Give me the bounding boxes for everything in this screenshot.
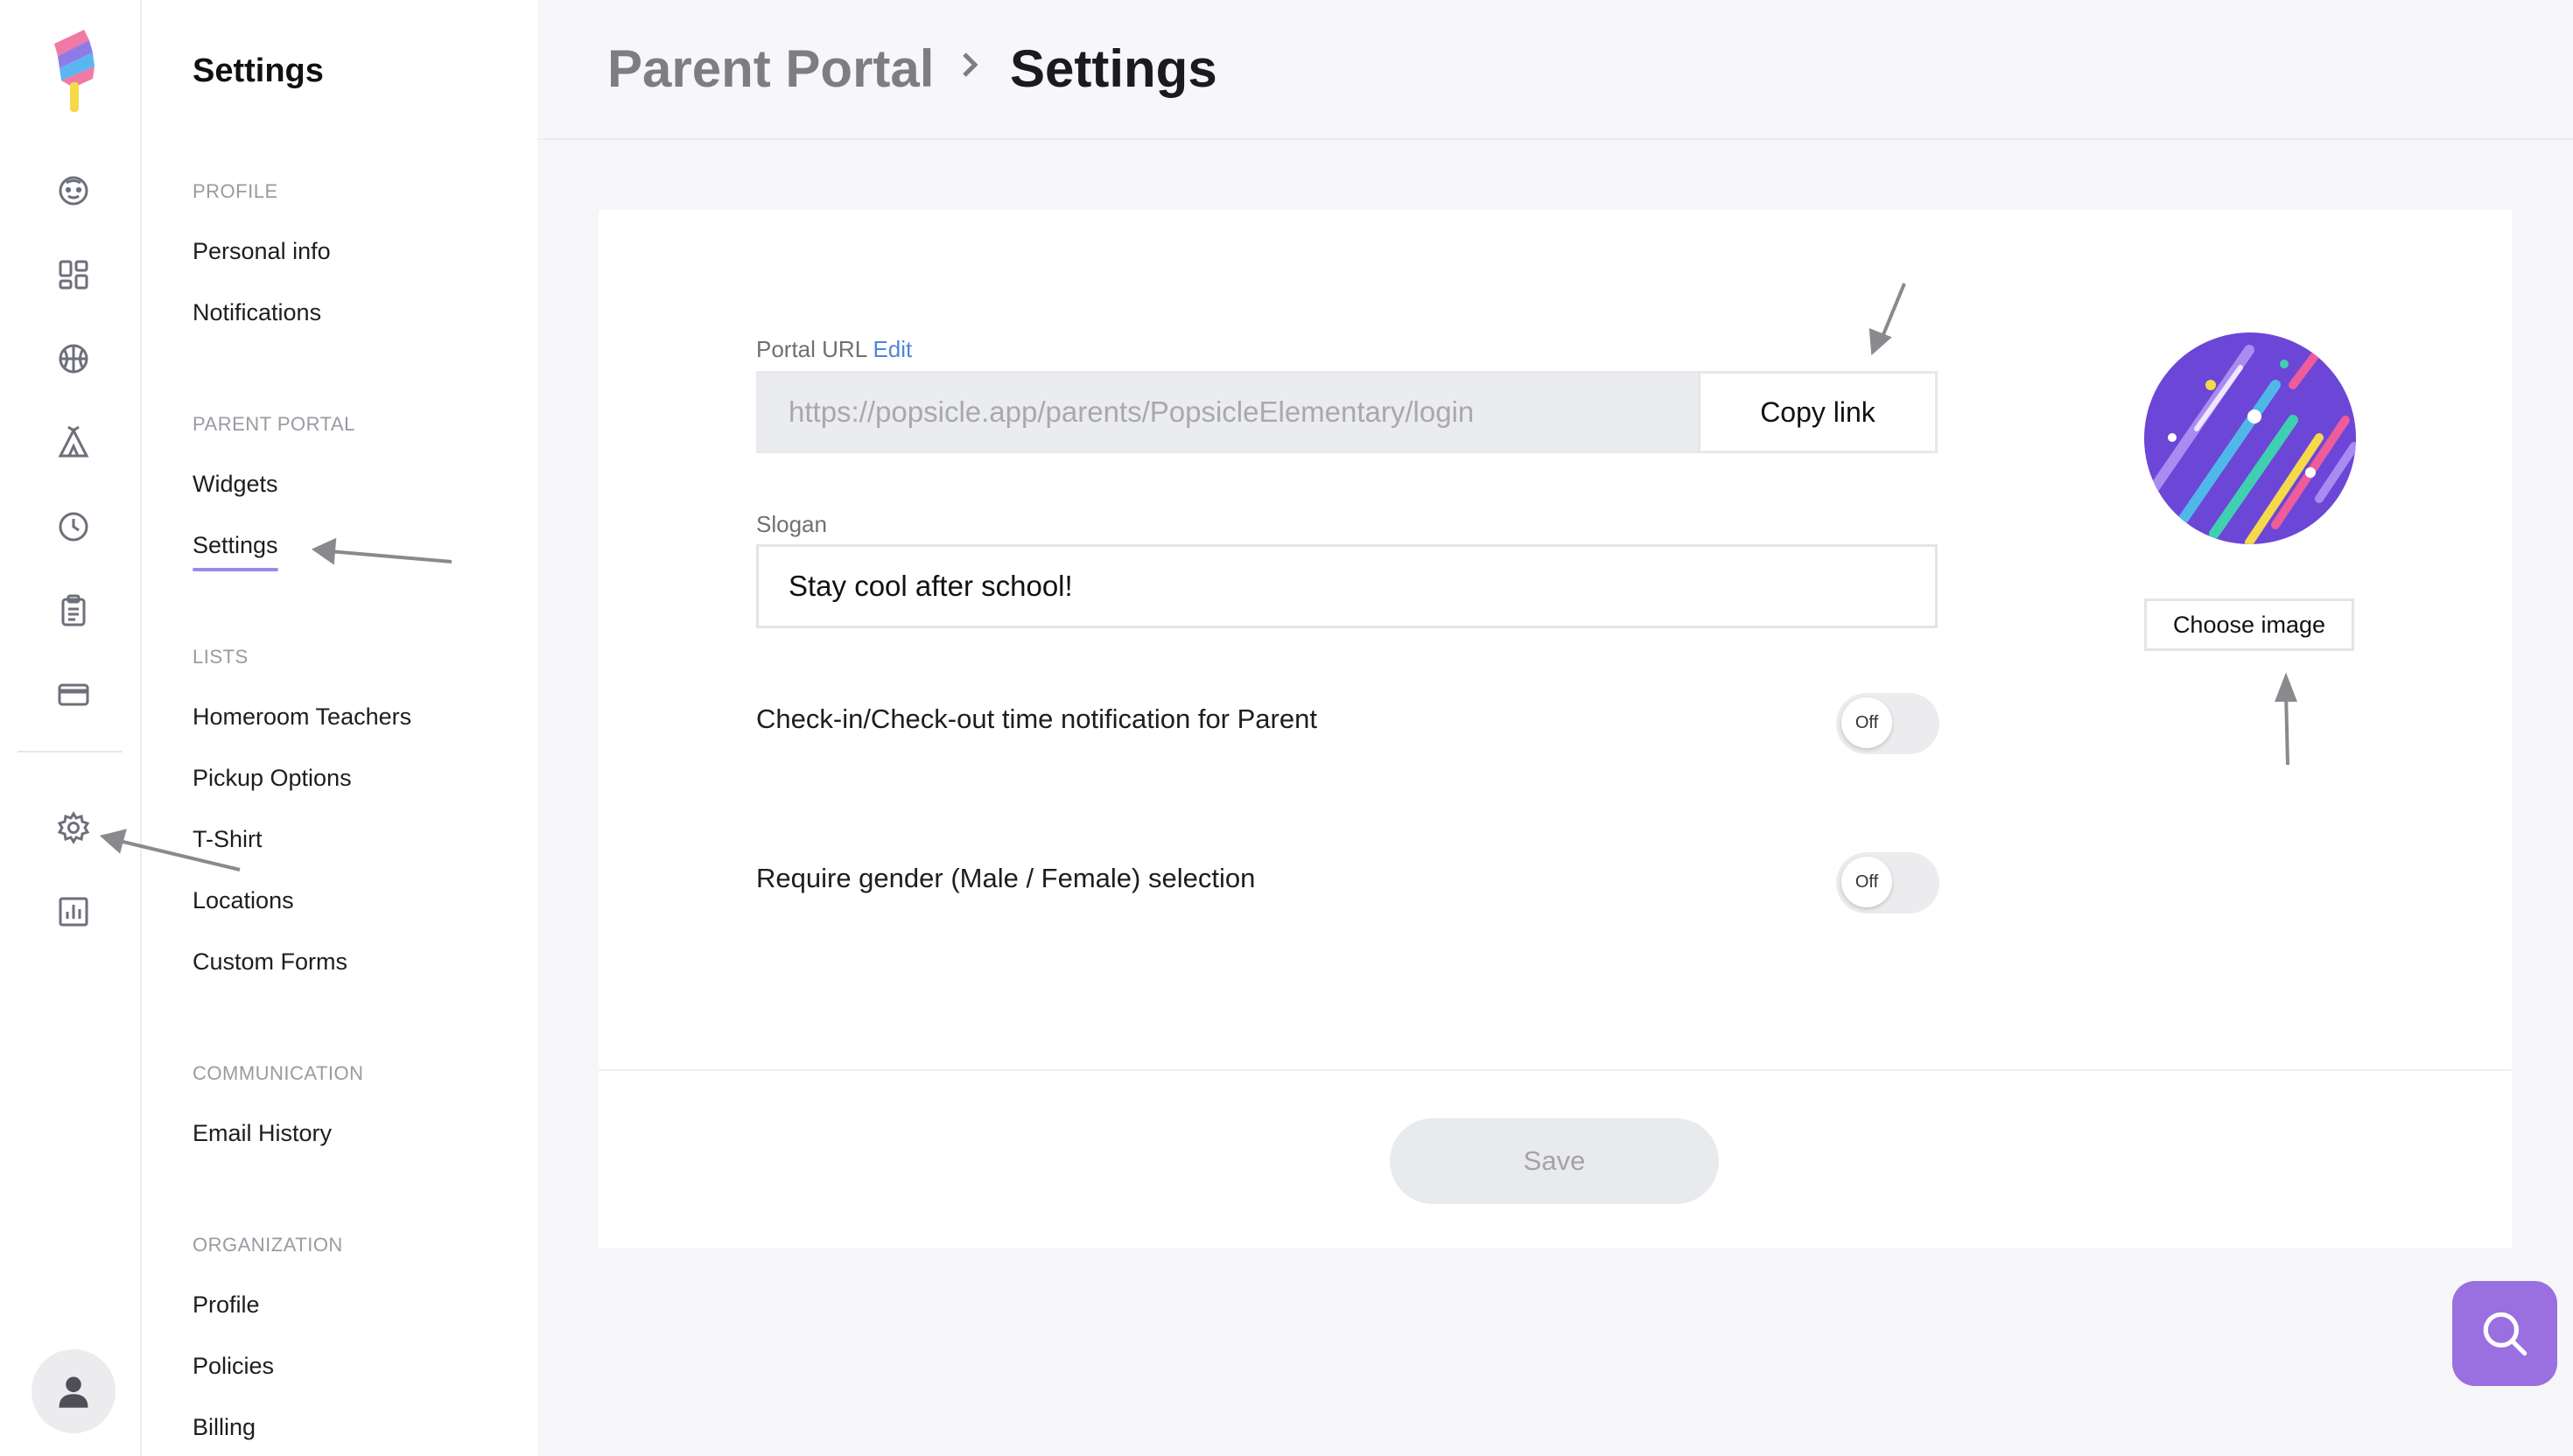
dashboard-icon[interactable] bbox=[49, 250, 98, 299]
rail-divider bbox=[18, 751, 123, 752]
checkin-notification-toggle[interactable]: Off bbox=[1836, 693, 1939, 754]
breadcrumb-parent[interactable]: Parent Portal bbox=[607, 38, 934, 99]
sidebar-item-personal-info[interactable]: Personal info bbox=[193, 238, 331, 265]
sidebar-item-widgets[interactable]: Widgets bbox=[193, 471, 278, 498]
checkin-notification-label: Check-in/Check-out time notification for… bbox=[756, 704, 1317, 734]
sidebar-item-settings[interactable]: Settings bbox=[193, 532, 278, 571]
gender-selection-label: Require gender (Male / Female) selection bbox=[756, 863, 1256, 893]
portal-url-label: Portal URL bbox=[756, 336, 867, 362]
section-label-profile: PROFILE bbox=[193, 180, 278, 202]
clipboard-icon[interactable] bbox=[49, 586, 98, 635]
popsicle-logo[interactable] bbox=[49, 28, 98, 116]
sidebar-item-homeroom-teachers[interactable]: Homeroom Teachers bbox=[193, 704, 411, 731]
portal-image bbox=[2144, 332, 2356, 544]
page-header: Parent Portal Settings bbox=[537, 0, 2573, 140]
camp-tent-icon[interactable] bbox=[49, 418, 98, 467]
portal-url-label-group: Portal URL Edit bbox=[756, 336, 912, 363]
slogan-label: Slogan bbox=[756, 511, 827, 537]
bar-chart-icon[interactable] bbox=[49, 887, 98, 936]
sidebar-item-t-shirt[interactable]: T-Shirt bbox=[193, 826, 263, 853]
card-footer-divider bbox=[599, 1069, 2512, 1071]
save-button[interactable]: Save bbox=[1390, 1118, 1719, 1204]
face-icon[interactable] bbox=[49, 166, 98, 215]
copy-link-button[interactable]: Copy link bbox=[1699, 374, 1935, 451]
slogan-input[interactable]: Stay cool after school! bbox=[756, 544, 1938, 628]
gender-selection-toggle[interactable]: Off bbox=[1836, 852, 1939, 914]
section-label-organization: ORGANIZATION bbox=[193, 1234, 343, 1256]
gear-icon[interactable] bbox=[49, 803, 98, 852]
portal-url-field: https://popsicle.app/parents/PopsicleEle… bbox=[756, 371, 1938, 453]
clock-icon[interactable] bbox=[49, 502, 98, 551]
user-icon bbox=[59, 1376, 88, 1408]
edit-link[interactable]: Edit bbox=[873, 336, 912, 362]
sidebar-item-notifications[interactable]: Notifications bbox=[193, 299, 321, 326]
toggle-knob: Off bbox=[1841, 697, 1892, 748]
choose-image-button[interactable]: Choose image bbox=[2144, 598, 2354, 651]
chevron-right-icon bbox=[963, 52, 978, 77]
help-search-button[interactable] bbox=[2452, 1281, 2557, 1386]
portal-url-value[interactable]: https://popsicle.app/parents/PopsicleEle… bbox=[759, 374, 1699, 451]
credit-card-icon[interactable] bbox=[49, 670, 98, 719]
section-label-parent-portal: PARENT PORTAL bbox=[193, 413, 355, 435]
basketball-icon[interactable] bbox=[49, 334, 98, 383]
section-label-lists: LISTS bbox=[193, 646, 249, 668]
toggle-knob: Off bbox=[1841, 857, 1892, 907]
sidebar-item-custom-forms[interactable]: Custom Forms bbox=[193, 948, 347, 976]
icon-rail bbox=[0, 0, 142, 1456]
sidebar-item-policies[interactable]: Policies bbox=[193, 1353, 274, 1380]
page-title: Settings bbox=[1010, 39, 1217, 98]
settings-sidebar: Settings PROFILE Personal info Notificat… bbox=[142, 0, 537, 1456]
avatar[interactable] bbox=[32, 1349, 116, 1433]
sidebar-item-billing[interactable]: Billing bbox=[193, 1414, 256, 1441]
sidebar-item-locations[interactable]: Locations bbox=[193, 887, 294, 914]
sidebar-item-email-history[interactable]: Email History bbox=[193, 1120, 332, 1147]
sidebar-item-pickup-options[interactable]: Pickup Options bbox=[193, 765, 352, 792]
search-icon bbox=[2483, 1312, 2527, 1356]
settings-card: Portal URL Edit https://popsicle.app/par… bbox=[599, 210, 2512, 1248]
sidebar-title: Settings bbox=[193, 52, 324, 89]
sidebar-item-profile[interactable]: Profile bbox=[193, 1292, 260, 1319]
section-label-communication: COMMUNICATION bbox=[193, 1062, 364, 1084]
